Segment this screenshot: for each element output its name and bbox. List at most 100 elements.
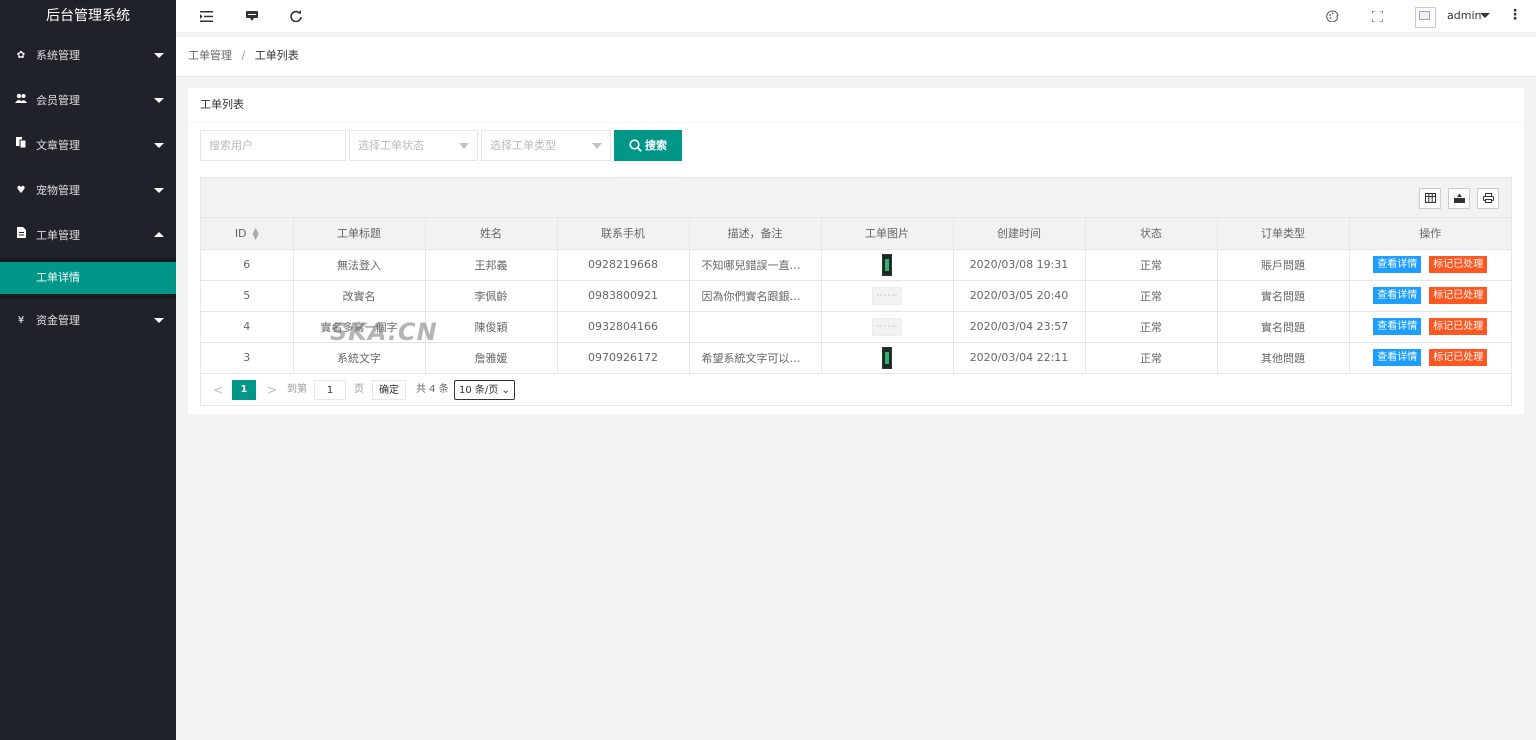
sidebar-item-label: 会员管理 (36, 94, 80, 107)
select-placeholder: 选择工单状态 (358, 139, 424, 152)
goto-page-input[interactable]: 1 (314, 379, 346, 400)
sidebar-item-system[interactable]: ✿ 系统管理 (0, 33, 176, 78)
sidebar-item-funds[interactable]: ¥ 资金管理 (0, 298, 176, 343)
app-logo: 后台管理系统 (46, 8, 130, 24)
view-detail-button[interactable]: 查看详情 (1373, 287, 1422, 304)
search-button-label: 搜索 (645, 139, 667, 152)
cell-name: 李佩齡 (425, 280, 558, 312)
chevron-down-icon (154, 188, 164, 193)
user-search-input[interactable]: 搜索用户 (200, 130, 346, 161)
sidebar-item-label: 系统管理 (36, 49, 80, 62)
fullscreen-icon[interactable] (1369, 0, 1385, 33)
article-icon (14, 123, 28, 168)
breadcrumb-item[interactable]: 工单管理 (188, 49, 232, 62)
print-icon[interactable] (1477, 188, 1499, 209)
view-detail-button[interactable]: 查看详情 (1373, 318, 1422, 335)
cell-created: 2020/03/04 22:11 (953, 342, 1086, 374)
sidebar: 后台管理系统 ✿ 系统管理 会员管理 文章管理 ♥ 宠物管理 工单管理 工单详情… (0, 0, 176, 740)
prev-page-icon[interactable]: < (213, 380, 223, 400)
cell-title: 無法登入 (293, 249, 426, 281)
view-detail-button[interactable]: 查看详情 (1373, 349, 1422, 366)
card-title: 工单列表 (188, 88, 1524, 123)
cell-id: 5 (201, 280, 294, 312)
sidebar-item-label: 宠物管理 (36, 184, 80, 197)
ticket-image-thumbnail[interactable] (872, 286, 902, 305)
search-button[interactable]: 搜索 (614, 130, 682, 161)
message-icon[interactable] (244, 0, 260, 33)
export-icon[interactable] (1448, 188, 1470, 209)
column-header-title: 工单标题 (293, 218, 426, 250)
view-detail-button[interactable]: 查看详情 (1373, 256, 1422, 273)
cell-desc: 因為你們實名跟銀… (689, 280, 822, 312)
cell-image (821, 280, 954, 312)
chevron-down-icon[interactable] (1480, 13, 1490, 18)
cell-name: 詹雅媛 (425, 342, 558, 374)
theme-icon[interactable] (1324, 0, 1340, 33)
cell-type: 實名問題 (1217, 280, 1350, 312)
next-page-icon[interactable]: > (267, 380, 277, 400)
table-header-row: ID ▲ ▼ 工单标题 姓名 联系手机 描述，备注 工单图片 创建时间 状态 订单类… (201, 218, 1511, 250)
ticket-list-card: 工单列表 搜索用户 选择工单状态 选择工单类型 搜索 ID ▲ ▼ 工单标题 姓… (188, 88, 1524, 414)
status-select[interactable]: 选择工单状态 (349, 130, 478, 161)
column-header-type: 订单类型 (1217, 218, 1350, 250)
page-current[interactable]: 1 (232, 379, 256, 400)
sidebar-item-members[interactable]: 会员管理 (0, 78, 176, 123)
input-placeholder: 搜索用户 (209, 139, 253, 152)
sidebar-subitem-ticket-detail[interactable]: 工单详情 (0, 262, 176, 294)
breadcrumb-separator: / (241, 49, 246, 62)
document-icon (14, 213, 28, 258)
chevron-down-icon (459, 143, 469, 149)
cell-image (821, 249, 954, 281)
ticket-image-thumbnail[interactable] (882, 346, 892, 369)
cell-type: 賬戶問題 (1217, 249, 1350, 281)
cell-desc (689, 311, 822, 343)
cell-status: 正常 (1085, 249, 1218, 281)
top-header: admin ⋮ (176, 0, 1536, 33)
mark-processed-button[interactable]: 标记已处理 (1429, 318, 1488, 335)
cell-title: 改實名 (293, 280, 426, 312)
column-header-status: 状态 (1085, 218, 1218, 250)
column-header-desc: 描述，备注 (689, 218, 822, 250)
mark-processed-button[interactable]: 标记已处理 (1429, 287, 1488, 304)
chevron-down-icon: ⌄ (501, 384, 510, 396)
sidebar-item-tickets[interactable]: 工单管理 (0, 213, 176, 258)
column-header-created: 创建时间 (953, 218, 1086, 250)
user-name[interactable]: admin (1447, 0, 1481, 31)
column-header-id[interactable]: ID ▲ ▼ (201, 218, 294, 250)
page-size-select[interactable]: 10 条/页 ⌄ (454, 379, 515, 400)
chevron-down-icon (154, 53, 164, 58)
chevron-down-icon (154, 318, 164, 323)
table-row: 6 無法登入 王邦義 0928219668 不知哪兒錯誤一直… 2020/03/… (201, 249, 1511, 281)
cell-image (821, 342, 954, 374)
cell-title: 系統文字 (293, 342, 426, 374)
cell-created: 2020/03/04 23:57 (953, 311, 1086, 343)
menu-toggle-icon[interactable] (198, 0, 214, 33)
sidebar-item-articles[interactable]: 文章管理 (0, 123, 176, 168)
mark-processed-button[interactable]: 标记已处理 (1429, 256, 1488, 273)
sidebar-submenu-tickets: 工单详情 (0, 258, 176, 298)
cell-status: 正常 (1085, 342, 1218, 374)
heart-icon: ♥ (16, 185, 26, 196)
refresh-icon[interactable] (288, 0, 304, 33)
ticket-table: ID ▲ ▼ 工单标题 姓名 联系手机 描述，备注 工单图片 创建时间 状态 订单类… (200, 177, 1512, 406)
cell-actions: 查看详情 标记已处理 (1349, 311, 1511, 343)
cell-type: 其他問題 (1217, 342, 1350, 374)
cell-created: 2020/03/08 19:31 (953, 249, 1086, 281)
column-header-name: 姓名 (425, 218, 558, 250)
ticket-image-thumbnail[interactable] (882, 253, 892, 276)
page-label: 页 (354, 383, 364, 395)
sidebar-item-pets[interactable]: ♥ 宠物管理 (0, 168, 176, 213)
total-count: 共 4 条 (416, 383, 449, 395)
chevron-up-icon (154, 232, 164, 237)
goto-confirm-button[interactable]: 确定 (372, 379, 406, 400)
select-placeholder: 选择工单类型 (490, 139, 556, 152)
cell-actions: 查看详情 标记已处理 (1349, 342, 1511, 374)
ticket-image-thumbnail[interactable] (872, 317, 902, 336)
avatar[interactable] (1415, 7, 1436, 28)
more-icon[interactable]: ⋮ (1508, 0, 1522, 31)
table-toolbar (201, 178, 1511, 218)
sort-icon[interactable]: ▲ ▼ (253, 226, 259, 240)
mark-processed-button[interactable]: 标记已处理 (1429, 349, 1488, 366)
columns-filter-icon[interactable] (1419, 188, 1441, 209)
type-select[interactable]: 选择工单类型 (481, 130, 611, 161)
